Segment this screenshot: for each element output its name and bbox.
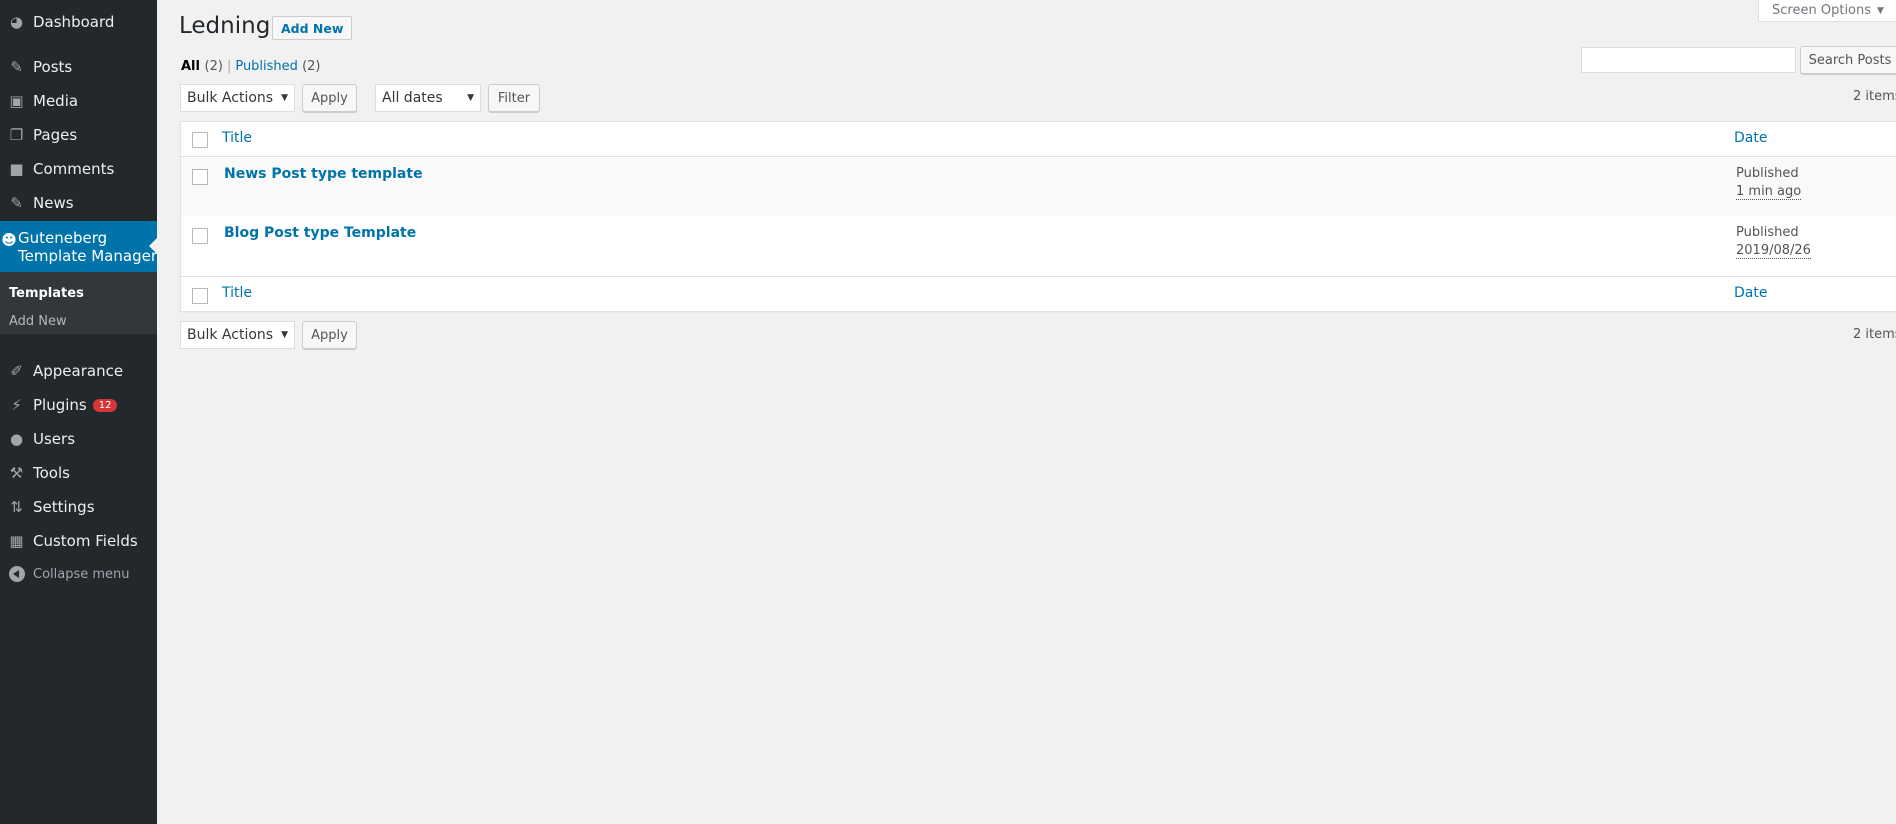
label-line-2: Template Manager	[18, 247, 157, 265]
caret-down-icon: ▼	[281, 93, 288, 103]
status-filter-links: All (2) | Published (2)	[181, 59, 320, 74]
filter-all-link[interactable]: All (2)	[181, 59, 223, 74]
row-status: Published	[1736, 225, 1799, 240]
pushpin-icon: ✎	[10, 194, 23, 212]
caret-down-icon: ▼	[281, 330, 288, 340]
pages-icon: ❐	[9, 126, 24, 144]
bulk-actions-select-bottom[interactable]: Bulk Actions ▼	[180, 321, 295, 349]
sidebar-item-pages[interactable]: ❐ Pages	[0, 118, 157, 152]
table-footer: Title Date	[181, 276, 1896, 312]
screen-options-label: Screen Options	[1772, 3, 1872, 18]
row-date: 2019/08/26	[1736, 243, 1811, 259]
row-date: 1 min ago	[1736, 184, 1802, 200]
filter-button[interactable]: Filter	[488, 84, 540, 112]
bulk-actions-value: Bulk Actions	[187, 90, 274, 106]
sidebar-item-settings[interactable]: ⇅ Settings	[0, 490, 157, 524]
search-input[interactable]	[1581, 47, 1796, 73]
table-row: Blog Post type Template Published 2019/0…	[181, 216, 1896, 276]
sidebar-item-label: Pages	[33, 126, 78, 144]
sidebar-item-label: Dashboard	[33, 13, 115, 31]
bulk-actions-select[interactable]: Bulk Actions ▼	[180, 84, 295, 112]
row-checkbox[interactable]	[192, 169, 208, 185]
sidebar-item-label: Media	[33, 92, 79, 110]
submenu-item-add-new[interactable]: Add New	[9, 314, 67, 329]
sidebar-item-posts[interactable]: ✎ Posts	[0, 50, 157, 84]
column-header-date[interactable]: Date	[1734, 130, 1767, 146]
select-all-checkbox[interactable]	[192, 132, 208, 148]
collapse-menu-button[interactable]: Collapse menu	[0, 557, 157, 591]
plugin-icon: ⚡	[11, 396, 22, 414]
row-title-link[interactable]: News Post type template	[224, 166, 423, 182]
active-indicator-arrow	[149, 238, 157, 254]
submenu: Templates Add New	[0, 272, 157, 334]
sidebar-item-dashboard[interactable]: ◕ Dashboard	[0, 5, 157, 39]
apply-button-bottom[interactable]: Apply	[302, 321, 357, 349]
filter-all-label: All	[181, 59, 200, 74]
column-footer-date[interactable]: Date	[1734, 285, 1767, 301]
bulk-actions-value: Bulk Actions	[187, 327, 274, 343]
screen-options-button[interactable]: Screen Options ▼	[1758, 0, 1896, 22]
comment-icon: ■	[9, 160, 24, 178]
collapse-menu-label: Collapse menu	[33, 566, 130, 582]
sidebar-item-label: Users	[33, 430, 76, 448]
column-header-title[interactable]: Title	[222, 130, 252, 146]
date-filter-select[interactable]: All dates ▼	[375, 84, 481, 112]
sidebar-item-label: Comments	[33, 160, 115, 178]
filter-published-link[interactable]: Published (2)	[235, 59, 320, 74]
table-icon: ▦	[9, 532, 24, 550]
sidebar-item-users[interactable]: ● Users	[0, 422, 157, 456]
page-title: Ledning	[179, 13, 271, 39]
table-row: News Post type template Published 1 min …	[181, 157, 1896, 216]
row-title-link[interactable]: Blog Post type Template	[224, 225, 416, 241]
settings-icon: ⇅	[10, 498, 23, 516]
sidebar-item-label: Settings	[33, 498, 95, 516]
dashboard-icon: ◕	[9, 13, 24, 31]
table-header: Title Date	[181, 122, 1896, 157]
sidebar-item-label: Plugins	[33, 396, 87, 414]
user-icon: ●	[9, 430, 24, 448]
pushpin-icon: ✎	[10, 58, 23, 76]
media-icon: ▣	[9, 92, 24, 110]
caret-down-icon: ▼	[467, 93, 474, 103]
row-checkbox[interactable]	[192, 228, 208, 244]
items-count: 2 items	[1853, 89, 1896, 104]
label-line-1: Guteneberg	[18, 229, 108, 247]
filter-separator: |	[226, 59, 232, 74]
posts-table: Title Date News Post type template Publi…	[180, 121, 1896, 312]
sidebar-item-custom-fields[interactable]: ▦ Custom Fields	[0, 524, 157, 558]
sidebar-item-appearance[interactable]: ✐ Appearance	[0, 354, 157, 388]
groups-icon: ☻	[1, 231, 17, 249]
select-all-checkbox[interactable]	[192, 288, 208, 304]
sidebar-item-label: Posts	[33, 58, 73, 76]
sidebar-item-label: Appearance	[33, 362, 124, 380]
sidebar-item-tools[interactable]: ⚒ Tools	[0, 456, 157, 490]
collapse-icon	[0, 566, 33, 582]
sidebar-item-template-manager[interactable]: ☻ Guteneberg Template Manager	[0, 221, 157, 272]
search-posts-button[interactable]: Search Posts	[1800, 46, 1896, 74]
caret-down-icon: ▼	[1877, 5, 1884, 16]
sidebar-item-comments[interactable]: ■ Comments	[0, 152, 157, 186]
admin-sidebar: ◕ Dashboard ✎ Posts ▣ Media ❐ Pages ■ Co…	[0, 0, 157, 824]
add-new-button[interactable]: Add New	[272, 16, 353, 40]
date-filter-value: All dates	[382, 90, 443, 106]
row-status: Published	[1736, 166, 1799, 181]
apply-button[interactable]: Apply	[302, 84, 357, 112]
filter-all-count: (2)	[204, 59, 223, 74]
sidebar-item-plugins[interactable]: ⚡ Plugins 12	[0, 388, 157, 422]
sidebar-item-label: Guteneberg Template Manager	[18, 229, 157, 265]
sidebar-item-label: News	[33, 194, 74, 212]
sidebar-item-label: Tools	[33, 464, 70, 482]
sidebar-item-news[interactable]: ✎ News	[0, 186, 157, 220]
sidebar-item-media[interactable]: ▣ Media	[0, 84, 157, 118]
sidebar-item-label: Custom Fields	[33, 532, 138, 550]
wrench-icon: ⚒	[9, 464, 24, 482]
update-count-badge: 12	[92, 398, 118, 412]
items-count-bottom: 2 items	[1853, 327, 1896, 342]
paintbrush-icon: ✐	[10, 362, 23, 380]
filter-published-label: Published	[235, 59, 298, 74]
submenu-item-templates[interactable]: Templates	[9, 286, 84, 301]
filter-published-count: (2)	[302, 59, 321, 74]
column-footer-title[interactable]: Title	[222, 285, 252, 301]
